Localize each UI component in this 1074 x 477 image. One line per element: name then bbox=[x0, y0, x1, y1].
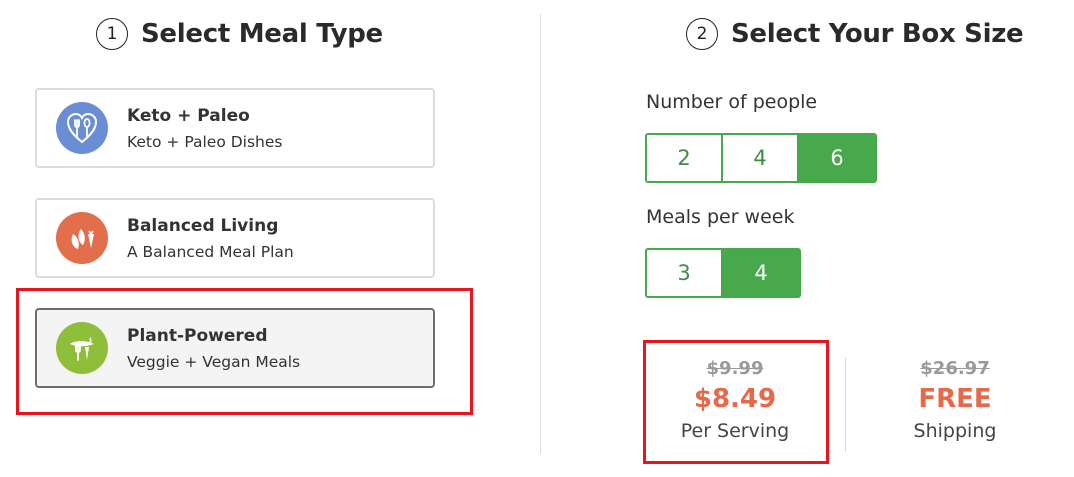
shipping-price: $26.97 FREE Shipping bbox=[865, 358, 1045, 442]
fork-spoon-heart-icon bbox=[56, 102, 108, 154]
meal-card-subtitle: A Balanced Meal Plan bbox=[127, 242, 294, 261]
meal-card-title: Keto + Paleo bbox=[127, 105, 250, 126]
people-option-6[interactable]: 6 bbox=[799, 135, 875, 181]
vegetables-icon bbox=[56, 212, 108, 264]
meal-card-title: Balanced Living bbox=[127, 215, 279, 236]
new-shipping-price: FREE bbox=[918, 384, 992, 414]
meals-selector: 3 4 bbox=[645, 248, 801, 298]
meal-type-title: Select Meal Type bbox=[141, 19, 383, 49]
meals-option-4[interactable]: 4 bbox=[723, 250, 799, 296]
people-option-2[interactable]: 2 bbox=[647, 135, 723, 181]
step-number-2: 2 bbox=[686, 18, 718, 50]
meal-card-balanced-living[interactable]: Balanced Living A Balanced Meal Plan bbox=[35, 198, 435, 278]
shipping-caption: Shipping bbox=[913, 420, 997, 442]
step-number-1: 1 bbox=[96, 18, 128, 50]
meal-type-heading: 1 Select Meal Type bbox=[96, 18, 383, 50]
meal-card-subtitle: Keto + Paleo Dishes bbox=[127, 132, 283, 151]
meal-card-keto-paleo[interactable]: Keto + Paleo Keto + Paleo Dishes bbox=[35, 88, 435, 168]
highlight-per-serving bbox=[643, 340, 829, 464]
people-label: Number of people bbox=[646, 91, 818, 113]
people-option-4[interactable]: 4 bbox=[723, 135, 799, 181]
box-size-heading: 2 Select Your Box Size bbox=[686, 18, 1024, 50]
meals-option-3[interactable]: 3 bbox=[647, 250, 723, 296]
old-shipping-price: $26.97 bbox=[920, 358, 990, 379]
section-divider bbox=[540, 14, 541, 454]
meals-label: Meals per week bbox=[646, 206, 795, 228]
highlight-plant-powered bbox=[16, 288, 473, 415]
box-size-title: Select Your Box Size bbox=[731, 19, 1024, 49]
price-divider bbox=[845, 358, 846, 452]
people-selector: 2 4 6 bbox=[645, 133, 877, 183]
